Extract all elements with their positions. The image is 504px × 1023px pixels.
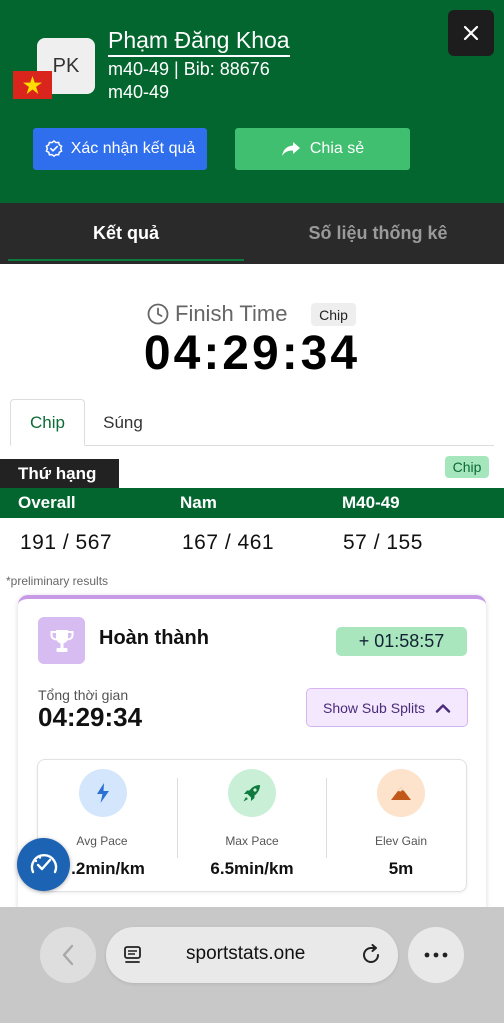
close-icon <box>463 25 479 41</box>
vietnam-flag-icon <box>13 71 52 99</box>
ranking-col-category: M40-49 <box>342 493 400 512</box>
trophy-icon <box>38 617 85 664</box>
more-options-button[interactable] <box>408 927 464 983</box>
stats-divider <box>177 778 178 858</box>
max-pace-label: Max Pace <box>225 834 279 848</box>
share-button[interactable]: Chia sẻ <box>235 128 410 170</box>
time-delta-badge: + 01:58:57 <box>336 627 467 656</box>
back-button[interactable] <box>40 927 96 983</box>
stats-divider <box>326 778 327 858</box>
show-sub-splits-button[interactable]: Show Sub Splits <box>306 688 468 727</box>
confirm-result-label: Xác nhận kết quả <box>70 140 196 157</box>
mountain-icon <box>377 769 425 817</box>
athlete-name[interactable]: Phạm Đăng Khoa <box>108 26 290 57</box>
clock-icon <box>147 303 169 325</box>
share-label: Chia sẻ <box>309 140 365 157</box>
chip-badge: Chip <box>311 303 356 326</box>
ranking-overall-value: 191 / 567 <box>20 531 113 554</box>
ranking-col-gender: Nam <box>180 493 217 512</box>
url-text: sportstats.one <box>186 943 306 964</box>
max-pace-value: 6.5min/km <box>210 859 294 878</box>
category-bib: m40-49 | Bib: 88676 <box>108 59 270 79</box>
avatar-initials: PK <box>52 54 80 77</box>
share-arrow-icon <box>281 142 300 156</box>
main-tabs: Kết quả Số liệu thống kê <box>0 203 504 264</box>
ranking-title: Thứ hạng <box>0 459 119 488</box>
confirm-result-button[interactable]: Xác nhận kết quả <box>33 128 207 170</box>
speedometer-check-icon <box>30 853 57 873</box>
category-text: m40-49 <box>108 82 170 102</box>
chevron-left-icon <box>62 944 74 966</box>
tab-results[interactable]: Kết quả <box>0 203 252 264</box>
ranking-category-value: 57 / 155 <box>343 531 423 554</box>
ranking-header-row: Overall Nam M40-49 <box>0 488 504 518</box>
rocket-icon <box>228 769 276 817</box>
athlete-header: PK Phạm Đăng Khoa m40-49 | Bib: 88676 m4… <box>0 0 504 203</box>
finish-time-value: 04:29:34 <box>143 327 361 380</box>
reader-mode-icon[interactable] <box>123 945 143 965</box>
total-time-label: Tổng thời gian <box>38 687 129 703</box>
completion-title: Hoàn thành <box>99 627 209 649</box>
show-sub-splits-label: Show Sub Splits <box>323 699 425 716</box>
lightning-icon <box>79 769 127 817</box>
preliminary-note: *preliminary results <box>6 574 109 588</box>
tab-statistics[interactable]: Số liệu thống kê <box>252 203 504 264</box>
verified-badge-icon <box>45 140 63 158</box>
tab-chip[interactable]: Chip <box>10 399 85 446</box>
speedometer-fab-button[interactable] <box>17 838 70 891</box>
reload-icon[interactable] <box>360 944 382 966</box>
ellipsis-icon <box>424 952 448 958</box>
ranking-col-overall: Overall <box>18 493 76 512</box>
elev-gain-value: 5m <box>388 859 414 878</box>
close-button[interactable] <box>448 10 494 56</box>
finish-time-label: Finish Time <box>147 301 287 327</box>
ranking-chip-badge: Chip <box>445 456 489 478</box>
ranking-gender-value: 167 / 461 <box>182 531 275 554</box>
tab-gun[interactable]: Súng <box>90 399 156 446</box>
elev-gain-label: Elev Gain <box>374 834 428 848</box>
total-time-value: 04:29:34 <box>38 702 143 732</box>
chevron-up-icon <box>435 703 451 713</box>
finish-time-title: Finish Time <box>175 301 288 326</box>
